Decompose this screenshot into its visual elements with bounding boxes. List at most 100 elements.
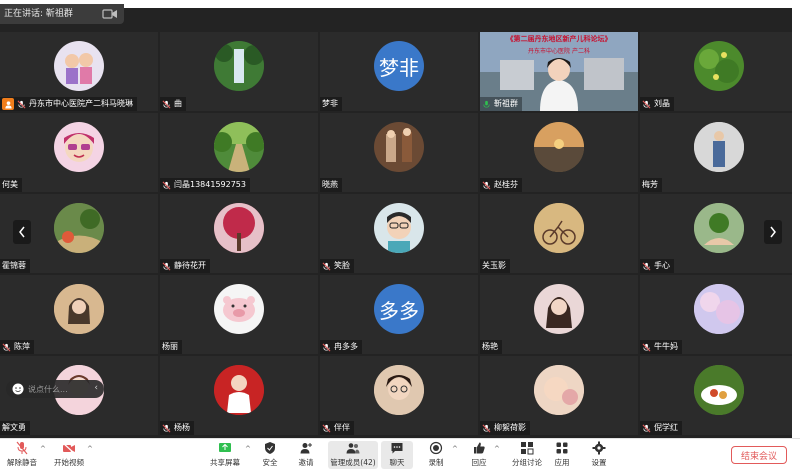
participant-tile[interactable]: 杨杨 [160, 356, 318, 435]
participant-tile[interactable]: 曲 [160, 32, 318, 111]
gallery-view-icon[interactable] [102, 8, 118, 20]
participant-name: 杨杨 [174, 423, 190, 432]
participant-tile[interactable]: 杨艳 [480, 275, 638, 354]
participant-name: 靳祖群 [494, 99, 518, 108]
invite-label: 邀请 [298, 458, 314, 467]
participant-name-bar: 静待花开 [160, 259, 210, 273]
end-meeting-button[interactable]: 结束会议 [731, 446, 787, 464]
participant-tile[interactable]: 杨丽 [160, 275, 318, 354]
mic-muted-icon [162, 181, 171, 189]
chevron-left-icon[interactable]: ‹ [94, 383, 98, 393]
participant-tile[interactable]: 柳絮荷影 [480, 356, 638, 435]
participant-tile[interactable]: 梅芳 [640, 113, 798, 192]
participant-name: 杨艳 [482, 342, 498, 351]
participant-tile[interactable]: 陈萍 [0, 275, 158, 354]
participant-name: 手心 [654, 261, 670, 270]
participant-name: 关玉影 [482, 261, 506, 270]
unmute-button[interactable]: 解除静音 [0, 441, 44, 469]
participant-avatar [54, 41, 104, 91]
participant-name-bar: 冉多多 [320, 340, 362, 354]
participant-name-bar: 笑脸 [320, 259, 354, 273]
participant-tile[interactable]: 《第二届丹东地区新产儿科论坛》 丹东市中心医院 产二科 靳祖群 [480, 32, 638, 111]
mic-muted-icon [642, 262, 651, 270]
scrollbar-track[interactable] [792, 8, 800, 438]
end-meeting-label: 结束会议 [740, 451, 777, 462]
prev-page-button[interactable] [13, 220, 31, 244]
participant-avatar [534, 122, 584, 172]
participant-name: 曲 [174, 99, 182, 108]
participant-name-bar: 杨艳 [480, 340, 502, 354]
chevron-right-icon [770, 226, 776, 238]
participant-avatar [374, 122, 424, 172]
participant-name-bar: 靳祖群 [480, 97, 522, 111]
mic-muted-icon [16, 441, 28, 455]
share-screen-button[interactable]: 共享屏幕 [203, 441, 247, 469]
participant-avatar [694, 365, 744, 415]
mic-muted-icon [162, 424, 171, 432]
record-label: 录制 [428, 458, 444, 467]
participant-name-bar: 杨丽 [160, 340, 182, 354]
participant-name-bar: 何美 [0, 178, 22, 192]
participant-name-bar: 解文勇 [0, 421, 30, 435]
breakout-label: 分组讨论 [512, 458, 542, 467]
participant-name-bar: 杨杨 [160, 421, 194, 435]
participant-tile[interactable]: 静待花开 [160, 194, 318, 273]
settings-button[interactable]: 设置 [577, 441, 621, 469]
apps-grid-icon [556, 442, 568, 454]
participant-tile[interactable]: 牛牛妈 [640, 275, 798, 354]
add-user-icon [300, 443, 312, 454]
video-options-caret[interactable]: ^ [87, 445, 93, 453]
participant-name-bar: 陈萍 [0, 340, 34, 354]
participant-avatar [374, 365, 424, 415]
participant-grid: 丹东市中心医院产二科马晓琳曲梦非 梦非 《第二届丹东地区新产儿科论坛》 丹东市中心医院… [0, 32, 798, 438]
video-caption-subtitle: 丹东市中心医院 产二科 [528, 48, 590, 55]
mic-live-icon [483, 100, 490, 108]
invite-button[interactable]: 邀请 [284, 441, 328, 469]
participant-avatar [694, 122, 744, 172]
participant-tile[interactable]: 多多 冉多多 [320, 275, 478, 354]
participant-name-bar: 赵桂芬 [480, 178, 522, 192]
start-video-button[interactable]: 开始视频 [47, 441, 91, 469]
chat-button[interactable]: 聊天 [381, 441, 413, 469]
participant-tile[interactable]: 刘晶 [640, 32, 798, 111]
reactions-options-caret[interactable]: ^ [494, 445, 500, 453]
members-icon [346, 443, 360, 454]
mic-muted-icon [2, 343, 11, 351]
participant-tile[interactable]: 倪学红 [640, 356, 798, 435]
speaking-banner: 正在讲话: 靳祖群 [0, 4, 124, 24]
participant-name: 丹东市中心医院产二科马晓琳 [29, 99, 133, 108]
participant-tile[interactable]: 晓燕 [320, 113, 478, 192]
participant-tile[interactable]: 笑脸 [320, 194, 478, 273]
video-stage: 丹东市中心医院产二科马晓琳曲梦非 梦非 《第二届丹东地区新产儿科论坛》 丹东市中心医院… [0, 8, 798, 438]
emoji-icon[interactable] [12, 383, 24, 395]
manage-members-button[interactable]: 管理成员(42) [328, 441, 378, 469]
participant-tile[interactable]: 丹东市中心医院产二科马晓琳 [0, 32, 158, 111]
thumbs-up-icon [474, 442, 485, 454]
security-label: 安全 [262, 458, 278, 467]
participant-name: 解文勇 [2, 423, 26, 432]
participant-name: 何美 [2, 180, 18, 189]
participant-tile[interactable]: 赵桂芬 [480, 113, 638, 192]
participant-name-bar: 闫晶13841592753 [160, 178, 250, 192]
participant-tile[interactable]: 梦非 梦非 [320, 32, 478, 111]
chat-placeholder: 说点什么... [28, 384, 68, 394]
next-page-button[interactable] [764, 220, 782, 244]
participant-avatar [694, 203, 744, 253]
participant-name: 柳絮荷影 [494, 423, 526, 432]
participant-avatar [694, 41, 744, 91]
chat-input[interactable]: 说点什么... ‹ [6, 380, 104, 398]
participant-tile[interactable]: 何美 [0, 113, 158, 192]
shield-icon [265, 442, 275, 454]
participant-tile[interactable]: 伴伴 [320, 356, 478, 435]
audio-options-caret[interactable]: ^ [40, 445, 46, 453]
participant-name: 晓燕 [322, 180, 338, 189]
gear-icon [592, 441, 606, 455]
participant-name: 倪学红 [654, 423, 678, 432]
participant-tile[interactable]: 关玉影 [480, 194, 638, 273]
participant-name-bar: 晓燕 [320, 178, 342, 192]
mic-muted-icon [162, 262, 171, 270]
participant-name-bar: 梅芳 [640, 178, 662, 192]
participant-tile[interactable]: 闫晶13841592753 [160, 113, 318, 192]
participant-name: 赵桂芬 [494, 180, 518, 189]
mic-muted-icon [642, 100, 651, 108]
